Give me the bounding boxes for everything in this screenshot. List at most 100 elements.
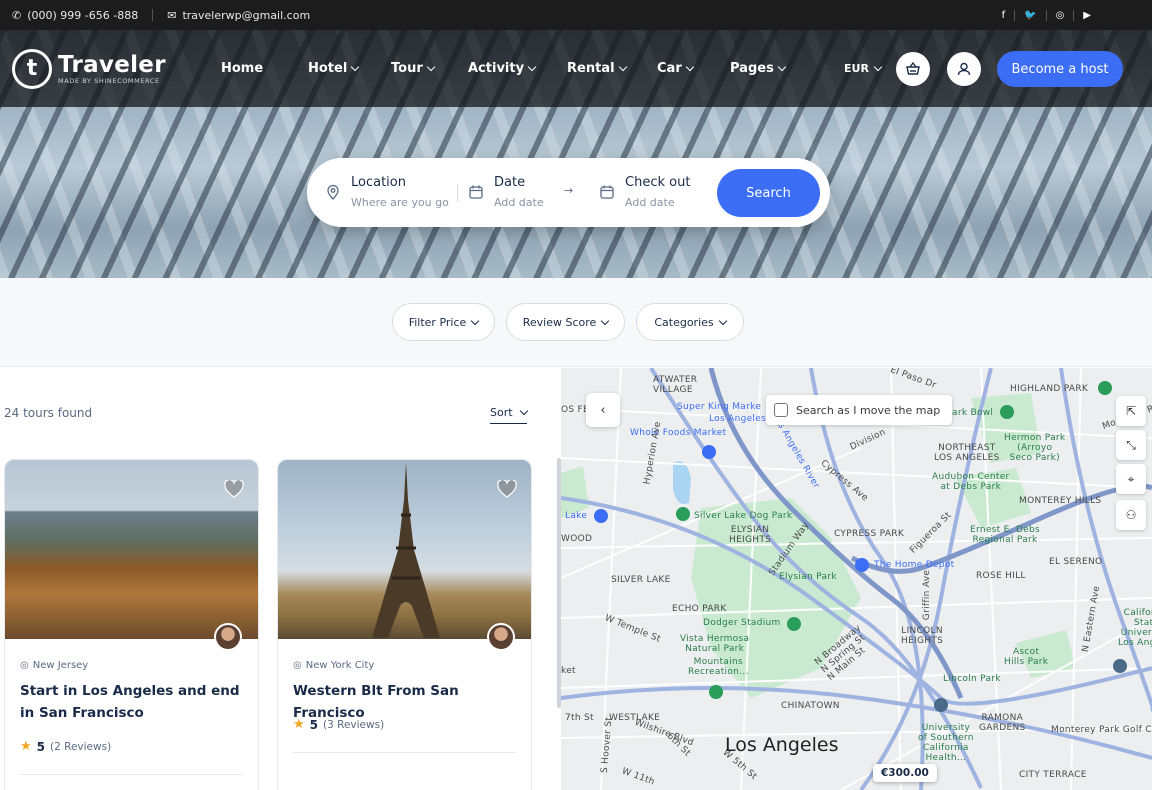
chevron-down-icon [471,316,480,325]
search-as-move-toggle[interactable]: Search as I move the map [766,395,952,425]
tour-title[interactable]: Start in Los Angeles and end in San Fran… [20,680,245,724]
sort-dropdown[interactable]: Sort [490,406,528,424]
my-location-button[interactable]: ⌖ [1116,464,1146,494]
map-city-label: Los Angeles [725,734,839,756]
search-bar: Location Where are you go Date Add date … [307,158,830,227]
tour-rating: ★ 5 (3 Reviews) [293,717,385,732]
location-pin-icon [327,184,339,200]
user-icon [957,62,971,76]
nav-car[interactable]: Car [657,61,694,76]
chevron-down-icon [873,62,883,72]
brand-name: Traveler [58,51,166,78]
filter-price-button[interactable]: Filter Price [392,303,495,341]
divider [293,752,516,753]
map-label: Monterey Park Golf C [1051,725,1152,735]
tour-results: 24 tours found Sort ◎ New Jersey Start i… [0,368,561,790]
map-label: ark Bowl [952,408,994,418]
youtube-icon[interactable]: ▶ [1074,10,1100,21]
map-label: Silver Lake Dog Park [694,511,793,521]
map-label: CYPRESS PARK [834,529,905,539]
phone-contact[interactable]: ✆ (000) 999 -656 -888 [12,9,138,22]
become-host-button[interactable]: Become a host [997,51,1123,87]
tour-card[interactable]: ◎ New Jersey Start in Los Angeles and en… [4,459,259,790]
categories-button[interactable]: Categories [636,303,744,341]
chevron-down-icon [527,62,537,72]
map-label: WOOD [561,534,593,544]
location-pin-icon: ◎ [293,660,302,671]
nav-pages[interactable]: Pages [730,61,787,76]
chevron-down-icon [718,316,727,325]
results-count: 24 tours found [4,406,93,420]
map-label: University of Southern California Health… [918,723,974,763]
location-placeholder: Where are you go [351,196,449,209]
email-contact[interactable]: ✉ travelerwp@gmail.com [167,9,310,22]
map-label: CITY TERRACE [1019,770,1087,780]
map-label: ROSE HILL [976,571,1026,581]
map-label: Ernest E. Debs Regional Park [970,525,1041,545]
cart-button[interactable] [896,52,930,86]
account-button[interactable] [947,52,981,86]
checkout-field[interactable]: Check out Add date [599,174,690,209]
facebook-icon[interactable]: f [993,9,1016,21]
collapse-icon: ⤡ [1126,437,1136,452]
nav-rental[interactable]: Rental [567,61,627,76]
star-icon: ★ [293,717,305,732]
currency-selector[interactable]: EUR [844,62,883,75]
street-view-button[interactable]: ⚇ [1116,500,1146,530]
eiffel-tower-illustration [372,462,440,638]
date-field[interactable]: Date Add date [468,174,544,209]
author-avatar[interactable] [487,623,515,651]
brand-logo[interactable]: t Traveler MADE BY SHINECOMMERCE [12,48,166,89]
location-pin-icon: ◎ [20,660,29,671]
nav-home[interactable]: Home [221,61,263,76]
calendar-icon [600,185,614,199]
nav-hotel[interactable]: Hotel [308,61,360,76]
map-label: Ascot Hills Park [1004,647,1049,667]
main-header: t Traveler MADE BY SHINECOMMERCE Home Ho… [0,30,1152,107]
heart-icon[interactable] [224,480,244,498]
map-label: RAMONA GARDENS [979,713,1026,733]
instagram-icon[interactable]: ◎ [1047,9,1075,21]
divider [20,774,243,775]
chevron-down-icon [618,62,627,72]
calendar-icon [469,185,483,199]
email-address: travelerwp@gmail.com [182,8,311,22]
map-price-marker[interactable]: €300.00 [873,764,937,782]
review-score-button[interactable]: Review Score [506,303,625,341]
map-label: ket [561,666,576,676]
map-label: Mountains Recreation... [688,657,749,677]
map-label: MONTEREY HILLS [1019,496,1102,506]
map-label: Whole Foods Market [630,428,727,438]
map-label: California State University, Los Angeles [1118,608,1152,648]
filter-bar: Filter Price Review Score Categories [0,278,1152,367]
cart-icon [906,61,920,75]
map-label: Los Angeles [709,414,767,424]
tour-location: ◎ New Jersey [20,660,89,671]
chevron-down-icon [351,62,360,72]
tour-card[interactable]: ◎ New York City Western Blt From San Fra… [277,459,532,790]
location-label: Location [351,175,406,190]
nav-tour[interactable]: Tour [391,61,435,76]
twitter-icon[interactable]: 🐦 [1015,9,1047,21]
checkbox[interactable] [774,403,788,417]
mail-icon: ✉ [167,8,177,22]
map-label: Hermon Park (Arroyo Seco Park) [1004,433,1066,463]
search-button[interactable]: Search [717,169,820,217]
arrow-right-icon: → [564,184,574,197]
map-label: ELYSIAN HEIGHTS [729,525,772,545]
map-label: CHINATOWN [781,701,840,711]
collapse-map-button[interactable]: ‹ [586,393,620,427]
map-view[interactable]: ATWATER VILLAGE HIGHLAND PARK El Paso Dr… [561,368,1152,790]
map-label: Dodger Stadium [703,618,781,628]
tour-image[interactable] [5,460,258,639]
nav-activity[interactable]: Activity [468,61,537,76]
map-label: Lincoln Park [943,674,1001,684]
author-avatar[interactable] [214,623,242,651]
map-label: Vista Hermosa Natural Park [680,634,750,654]
heart-icon[interactable] [497,480,517,498]
map-label: NORTHEAST LOS ANGELES [934,443,1000,463]
fullscreen-button[interactable]: ⤡ [1116,430,1146,460]
open-external-button[interactable]: ⇱ [1116,396,1146,426]
binoculars-icon: ⚇ [1125,508,1137,522]
location-field[interactable]: Location Where are you go [325,174,449,209]
